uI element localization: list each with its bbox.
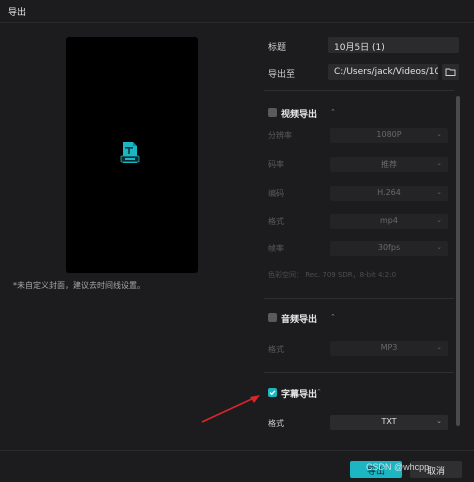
subtitle-format-label: 格式 <box>268 419 284 428</box>
file-icon <box>120 141 140 165</box>
chevron-up-icon[interactable]: ⌃ <box>330 313 336 321</box>
title-label: 标题 <box>268 43 287 53</box>
chevron-up-icon[interactable]: ⌃ <box>316 388 322 396</box>
chevron-down-icon: ⌄ <box>436 216 442 224</box>
annotation-arrow <box>201 395 260 423</box>
chevron-down-icon: ⌄ <box>436 343 442 351</box>
cover-note: *未自定义封面，建议去时间线设置。 <box>13 281 145 290</box>
watermark: CSDN @whcpp <box>366 462 430 472</box>
codec-value: H.264 <box>377 188 401 197</box>
video-export-heading: 视频导出 <box>281 110 318 120</box>
resolution-select[interactable]: 1080P ⌄ <box>330 128 448 143</box>
video-format-label: 格式 <box>268 217 284 226</box>
chevron-up-icon[interactable]: ⌃ <box>330 108 336 116</box>
codec-select[interactable]: H.264 ⌄ <box>330 186 448 201</box>
codec-label: 编码 <box>268 189 284 198</box>
subtitle-format-select[interactable]: TXT ⌄ <box>330 415 448 430</box>
resolution-label: 分辨率 <box>268 131 292 140</box>
chevron-down-icon: ⌄ <box>436 188 442 196</box>
subtitle-export-heading: 字幕导出 <box>281 390 318 400</box>
section-divider <box>264 298 454 299</box>
bitrate-label: 码率 <box>268 160 284 169</box>
video-format-select[interactable]: mp4 ⌄ <box>330 214 448 229</box>
chevron-down-icon: ⌄ <box>436 243 442 251</box>
framerate-select[interactable]: 30fps ⌄ <box>330 241 448 256</box>
audio-format-value: MP3 <box>380 343 398 352</box>
audio-format-select[interactable]: MP3 ⌄ <box>330 341 448 356</box>
window-title: 导出 <box>8 8 27 18</box>
audio-export-heading: 音频导出 <box>281 315 318 325</box>
title-divider <box>0 22 474 23</box>
checkbox-icon <box>269 390 276 396</box>
export-path-label: 导出至 <box>268 70 296 80</box>
scrollbar-thumb[interactable] <box>456 96 460 426</box>
color-space-info: 色彩空间： Rec. 709 SDR，8-bit 4:2:0 <box>268 271 397 279</box>
folder-icon <box>442 68 459 83</box>
video-export-checkbox[interactable] <box>268 108 277 117</box>
subtitle-export-checkbox[interactable] <box>268 388 277 397</box>
bitrate-select[interactable]: 推荐 ⌄ <box>330 157 448 172</box>
subtitle-format-value: TXT <box>381 417 397 426</box>
browse-folder-button[interactable] <box>442 64 459 80</box>
section-divider <box>264 372 454 373</box>
section-divider <box>264 90 454 91</box>
footer-divider <box>0 450 474 451</box>
chevron-down-icon: ⌄ <box>436 417 442 425</box>
framerate-label: 帧率 <box>268 244 284 253</box>
audio-format-label: 格式 <box>268 345 284 354</box>
video-format-value: mp4 <box>380 216 398 225</box>
audio-export-checkbox[interactable] <box>268 313 277 322</box>
framerate-value: 30fps <box>377 243 401 252</box>
title-bar: 导出 <box>0 0 474 22</box>
chevron-down-icon: ⌄ <box>436 130 442 138</box>
title-input[interactable]: 10月5日 (1) <box>328 37 459 53</box>
export-path-input[interactable]: C:/Users/jack/Videos/10... <box>328 64 438 80</box>
resolution-value: 1080P <box>376 130 402 139</box>
bitrate-value: 推荐 <box>381 160 397 169</box>
chevron-down-icon: ⌄ <box>436 159 442 167</box>
